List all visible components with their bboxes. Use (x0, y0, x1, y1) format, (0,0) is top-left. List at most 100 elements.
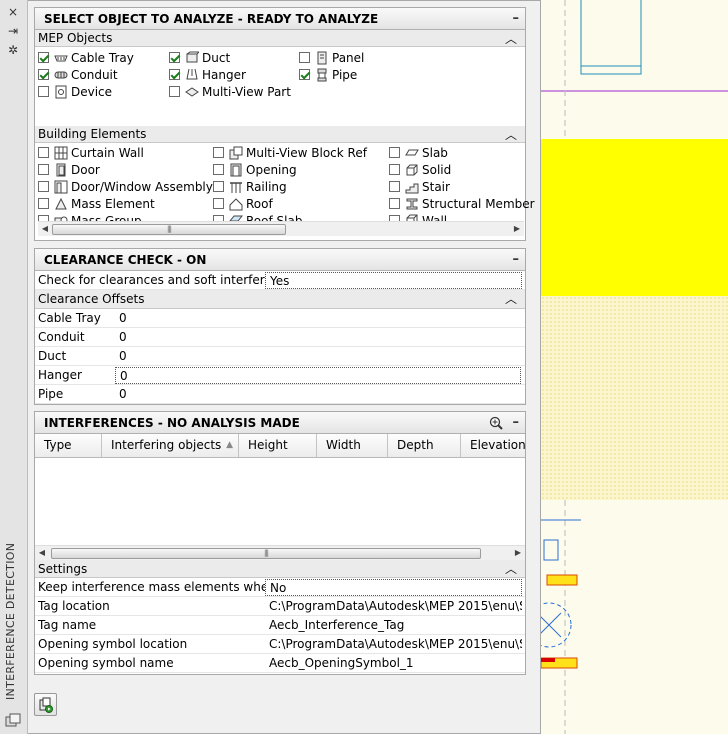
checkbox[interactable] (169, 69, 180, 80)
checkbox[interactable] (299, 69, 310, 80)
scroll-thumb[interactable]: ||| (52, 224, 286, 235)
settings-row[interactable]: Tag location C:\ProgramData\Autodesk\MEP … (35, 597, 525, 616)
checkbox[interactable] (38, 69, 49, 80)
drawing-canvas[interactable] (541, 0, 728, 734)
checkbox-item-conduit[interactable]: Conduit (38, 66, 118, 83)
checkbox[interactable] (213, 164, 224, 175)
clearance-offset-row[interactable]: Pipe 0 (35, 385, 525, 404)
checkbox-item-cable-tray[interactable]: Cable Tray (38, 49, 134, 66)
offset-value[interactable]: 0 (115, 386, 521, 403)
zoom-to-icon[interactable] (489, 416, 503, 430)
clearance-offset-row[interactable]: Duct 0 (35, 347, 525, 366)
yellow-region (541, 139, 728, 296)
column-interfering-objects[interactable]: Interfering objects ▲ (102, 434, 239, 457)
column-width[interactable]: Width (317, 434, 388, 457)
checkbox-item-stair[interactable]: Stair (389, 178, 450, 195)
properties-icon[interactable]: ✲ (6, 43, 20, 57)
close-icon[interactable]: × (6, 5, 20, 19)
auto-hide-icon[interactable]: ⇥ (6, 24, 20, 38)
clearance-check-header[interactable]: CLEARANCE CHECK - ON – (35, 249, 525, 271)
column-type[interactable]: Type (35, 434, 102, 457)
checkbox[interactable] (389, 181, 400, 192)
clearance-offset-row[interactable]: Hanger 0 (35, 366, 525, 385)
interferences-grid-body[interactable] (35, 458, 525, 545)
checkbox-item-slab[interactable]: Slab (389, 144, 448, 161)
scroll-right-icon[interactable]: ▶ (510, 222, 524, 236)
settings-row[interactable]: Opening symbol location C:\ProgramData\Au… (35, 635, 525, 654)
checkbox-item-pipe[interactable]: Pipe (299, 66, 357, 83)
checkbox-item-door-window-assembly[interactable]: Door/Window Assembly (38, 178, 213, 195)
checkbox[interactable] (38, 86, 49, 97)
clearance-check-row[interactable]: Check for clearances and soft interferen… (35, 271, 525, 290)
checkbox-item-device[interactable]: Device (38, 83, 112, 100)
horizontal-scrollbar[interactable]: ◀ ||| ▶ (38, 221, 524, 236)
checkbox[interactable] (389, 147, 400, 158)
checkbox-item-duct[interactable]: Duct (169, 49, 230, 66)
checkbox[interactable] (38, 147, 49, 158)
scroll-right-icon[interactable]: ▶ (511, 546, 525, 560)
checkbox-item-opening[interactable]: Opening (213, 161, 297, 178)
door-window-assembly-icon (54, 180, 68, 194)
chevron-up-icon[interactable]: ︿ (505, 30, 517, 47)
settings-row[interactable]: Tag name Aecb_Interference_Tag (35, 616, 525, 635)
column-height[interactable]: Height (239, 434, 317, 457)
checkbox[interactable] (169, 52, 180, 63)
checkbox[interactable] (38, 181, 49, 192)
checkbox-item-panel[interactable]: Panel (299, 49, 364, 66)
checkbox-item-roof[interactable]: Roof (213, 195, 273, 212)
interferences-header[interactable]: INTERFERENCES - NO ANALYSIS MADE – (35, 412, 525, 434)
settings-row[interactable]: Keep interference mass elements when e..… (35, 578, 525, 597)
column-elevation[interactable]: Elevation (461, 434, 525, 457)
setting-value[interactable]: Aecb_OpeningSymbol_1 (265, 655, 522, 672)
checkbox-item-railing[interactable]: Railing (213, 178, 287, 195)
checkbox[interactable] (38, 52, 49, 63)
checkbox-item-structural-member[interactable]: Structural Member (389, 195, 535, 212)
checkbox[interactable] (389, 198, 400, 209)
clearance-check-value[interactable]: Yes (265, 271, 522, 289)
checkbox[interactable] (213, 147, 224, 158)
setting-value[interactable]: Aecb_Interference_Tag (265, 617, 522, 634)
checkbox[interactable] (213, 198, 224, 209)
checkbox[interactable] (38, 164, 49, 175)
collapse-section-button[interactable]: – (513, 415, 520, 430)
offset-value[interactable]: 0 (115, 310, 521, 327)
column-depth[interactable]: Depth (388, 434, 461, 457)
checkbox[interactable] (213, 181, 224, 192)
palette-title-bar[interactable]: × ⇥ ✲ INTERFERENCE DETECTION (0, 0, 28, 734)
building-elements-header[interactable]: Building Elements ︿ (35, 126, 525, 143)
setting-value[interactable]: No (265, 578, 522, 596)
mep-objects-header[interactable]: MEP Objects ︿ (35, 30, 525, 47)
clearance-offsets-header[interactable]: Clearance Offsets ︿ (35, 290, 525, 309)
checkbox-item-multi-view-block-ref[interactable]: Multi-View Block Ref (213, 144, 367, 161)
checkbox[interactable] (38, 198, 49, 209)
checkbox-item-door[interactable]: Door (38, 161, 100, 178)
offset-value[interactable]: 0 (115, 366, 521, 384)
scroll-left-icon[interactable]: ◀ (38, 222, 52, 236)
scroll-thumb[interactable]: ||| (51, 548, 481, 559)
horizontal-scrollbar[interactable]: ◀ ||| ▶ (35, 545, 525, 560)
checkbox[interactable] (169, 86, 180, 97)
chevron-up-icon[interactable]: ︿ (505, 126, 517, 143)
checkbox[interactable] (299, 52, 310, 63)
offset-value[interactable]: 0 (115, 348, 521, 365)
clearance-offset-row[interactable]: Conduit 0 (35, 328, 525, 347)
offset-value[interactable]: 0 (115, 329, 521, 346)
setting-value[interactable]: C:\ProgramData\Autodesk\MEP 2015\enu\St.… (265, 598, 522, 615)
checkbox-item-mass-element[interactable]: Mass Element (38, 195, 155, 212)
checkbox-item-solid[interactable]: Solid (389, 161, 451, 178)
clearance-offset-row[interactable]: Cable Tray 0 (35, 309, 525, 328)
setting-value[interactable]: C:\ProgramData\Autodesk\MEP 2015\enu\St.… (265, 636, 522, 653)
checkbox-item-hanger[interactable]: Hanger (169, 66, 246, 83)
collapse-section-button[interactable]: – (513, 11, 520, 26)
settings-header[interactable]: Settings ︿ (35, 560, 525, 578)
chevron-up-icon[interactable]: ︿ (505, 560, 517, 577)
chevron-up-icon[interactable]: ︿ (505, 290, 517, 307)
checkbox-item-curtain-wall[interactable]: Curtain Wall (38, 144, 144, 161)
checkbox[interactable] (389, 164, 400, 175)
checkbox-item-multi-view-part[interactable]: Multi-View Part (169, 83, 291, 100)
select-objects-header[interactable]: SELECT OBJECT TO ANALYZE - READY TO ANAL… (35, 8, 525, 30)
run-analysis-button[interactable] (34, 693, 57, 716)
collapse-section-button[interactable]: – (513, 252, 520, 267)
scroll-left-icon[interactable]: ◀ (35, 546, 49, 560)
settings-row[interactable]: Opening symbol name Aecb_OpeningSymbol_1 (35, 654, 525, 673)
